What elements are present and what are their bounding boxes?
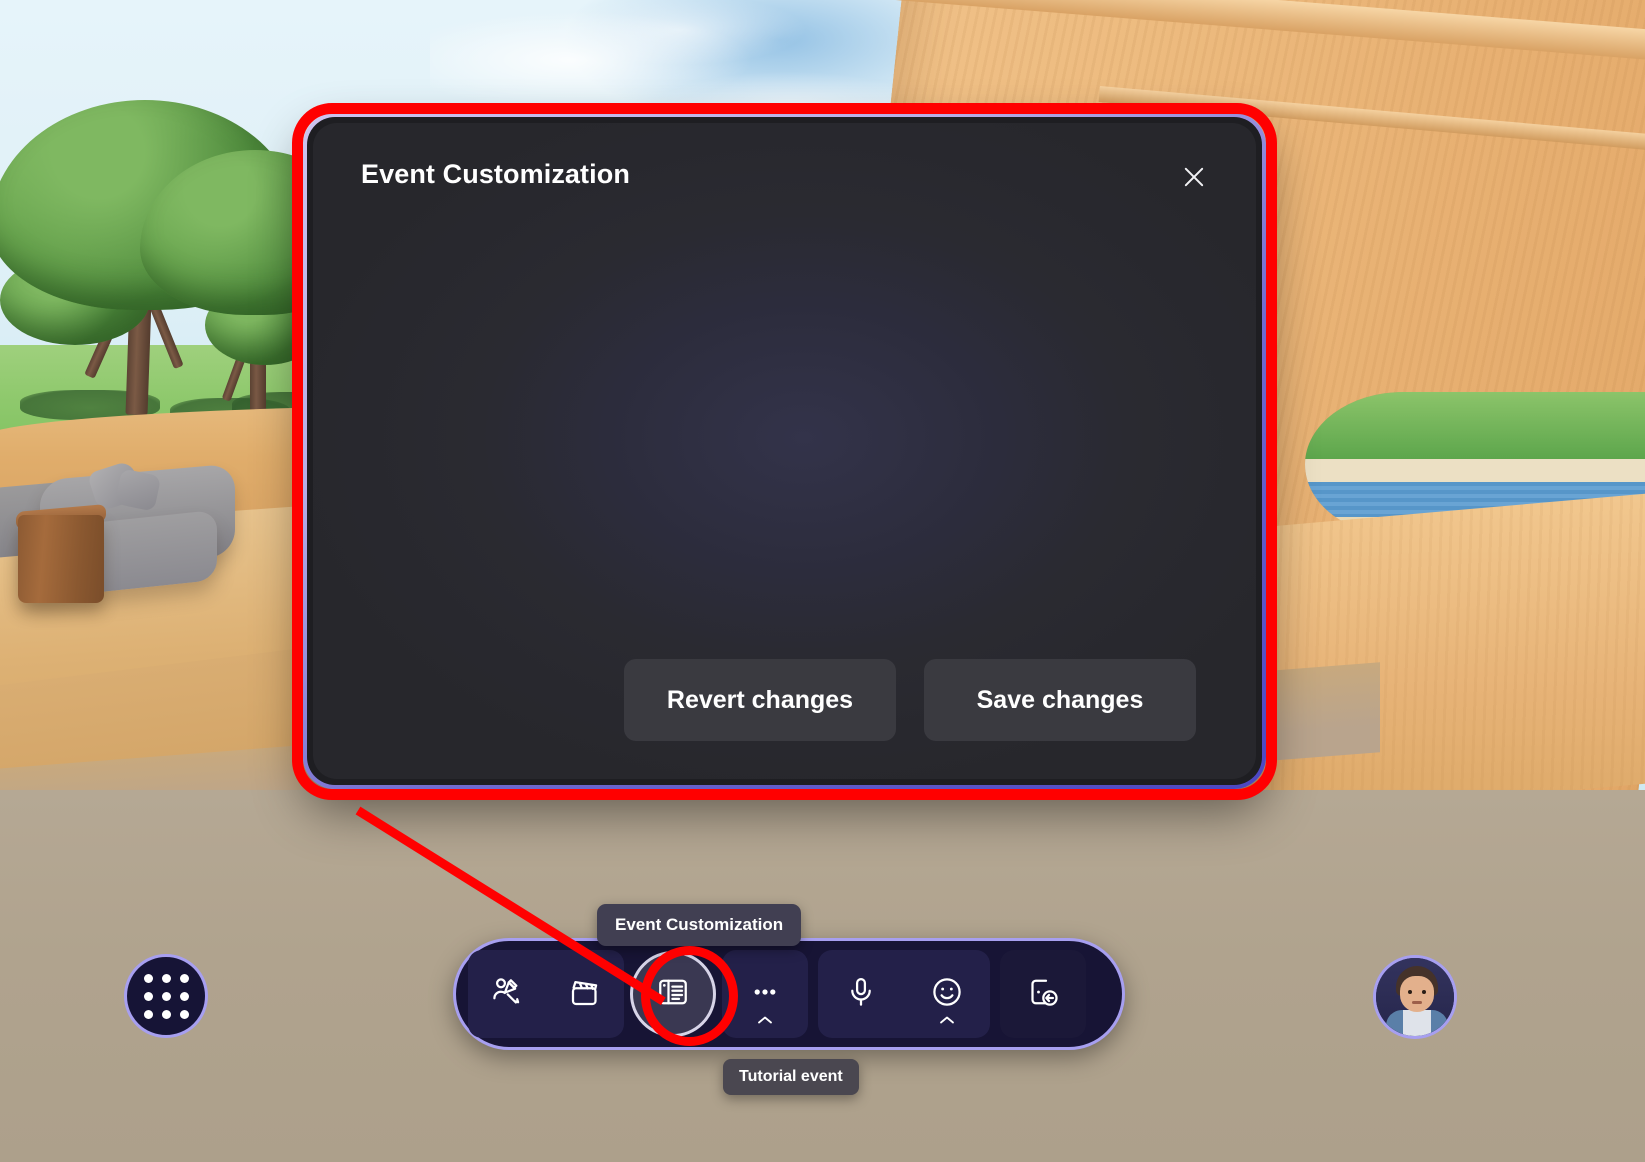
avatar-eye (1422, 990, 1426, 994)
toolbar-group-leave (1000, 950, 1086, 1038)
toolbar-button-leave[interactable] (1000, 950, 1086, 1038)
revert-changes-button[interactable]: Revert changes (624, 659, 896, 741)
close-icon (1180, 163, 1208, 191)
screen: Event Customization Revert changes Save (0, 0, 1645, 1162)
more-options-icon (748, 975, 782, 1014)
close-dialog-button[interactable] (1172, 155, 1216, 199)
avatar-customize-icon (489, 974, 525, 1015)
toolbar-button-customize-avatar[interactable] (468, 950, 546, 1038)
view-sand (1305, 458, 1645, 482)
view-grass (1305, 392, 1645, 459)
side-table (18, 515, 104, 603)
dialog-footer-actions: Revert changes Save changes (349, 659, 1220, 749)
save-changes-button[interactable]: Save changes (924, 659, 1196, 741)
tooltip-tutorial-event: Tutorial event (723, 1059, 859, 1095)
app-grid-icon (143, 973, 189, 1019)
dialog-surface: Event Customization Revert changes Save (313, 123, 1256, 779)
event-customization-icon (655, 974, 691, 1015)
tooltip-event-customization: Event Customization (597, 904, 802, 946)
dialog-title: Event Customization (361, 159, 630, 189)
dialog-header: Event Customization (349, 155, 1220, 199)
avatar-shirt (1403, 1010, 1431, 1036)
toolbar-button-microphone[interactable] (818, 950, 904, 1038)
chevron-up-icon (939, 1013, 955, 1028)
dialog-content-area (349, 199, 1220, 659)
toolbar-group-more (722, 950, 808, 1038)
leave-call-icon (1025, 974, 1061, 1015)
event-customization-dialog: Event Customization Revert changes Save (303, 113, 1266, 789)
toolbar-button-immersive-spaces[interactable] (546, 950, 624, 1038)
toolbar-button-more-options[interactable] (722, 950, 808, 1038)
toolbar-button-event-customization[interactable] (630, 951, 716, 1037)
reactions-smiley-icon (929, 974, 965, 1015)
meeting-toolbar (453, 938, 1125, 1050)
toolbar-button-reactions[interactable] (904, 950, 990, 1038)
avatar-mouth (1412, 1001, 1422, 1004)
avatar-face (1400, 976, 1434, 1012)
dialog-frame: Event Customization Revert changes Save (307, 117, 1262, 785)
microphone-icon (843, 974, 879, 1015)
avatar-eye (1408, 990, 1412, 994)
chevron-up-icon (757, 1013, 773, 1028)
wooden-lower-panel (1230, 489, 1645, 820)
toolbar-group-av (818, 950, 990, 1038)
clapperboard-icon (567, 974, 603, 1015)
toolbar-group-left (468, 950, 624, 1038)
app-launcher-button[interactable] (124, 954, 208, 1038)
user-avatar-button[interactable] (1373, 955, 1457, 1039)
